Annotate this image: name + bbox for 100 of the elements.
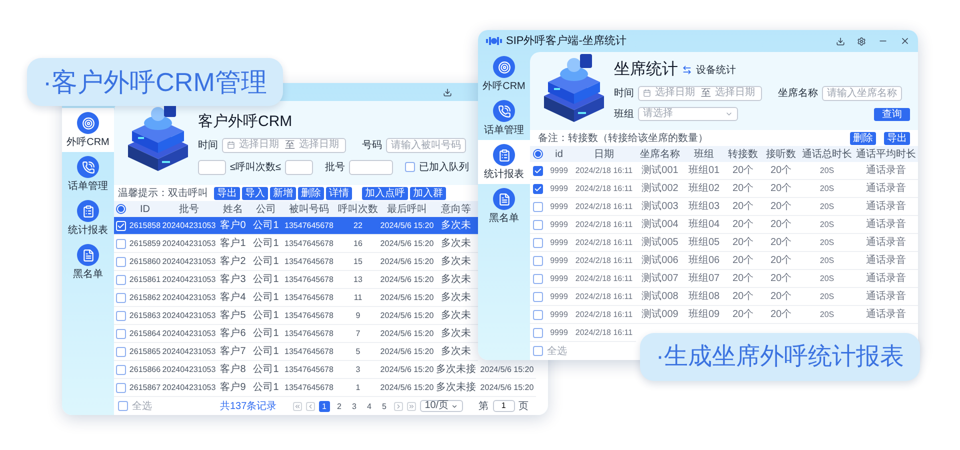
page-button[interactable]: 3 [348,400,360,412]
query-button[interactable]: 查询 [874,108,910,120]
page-button[interactable]: 1 [318,400,330,412]
first-page-icon[interactable] [292,402,302,410]
device-stats-link[interactable]: 设备统计 [696,62,736,78]
min-count-field[interactable] [198,160,226,174]
checkbox[interactable] [533,328,543,338]
table-row[interactable]: 2615863 202404231053 客户5 公司1 13547645678 9 2024/5/6 15:20 多次未 [114,307,478,325]
sidebar-item[interactable]: 话单管理 [478,96,530,140]
table-row[interactable]: 9999 2024/2/18 16:11 测试003 班组03 20个 20个 20S 通话录音 [530,198,918,216]
table-cell-text: 13547645678 [284,346,334,358]
table-row[interactable]: 2615858 202404231053 客户0 公司1 13547645678 22 2024/5/6 15:20 多次未 [114,217,478,235]
table-row[interactable]: 2615866 202404231053 客户8 公司1 13547645678 3 2024/5/6 15:20 多次未接 2024/5/6 15:20 [114,361,536,379]
checkbox[interactable] [533,310,543,320]
page-button[interactable]: 2 [334,400,345,412]
checkbox[interactable] [533,166,543,176]
table-row[interactable]: 2615865 202404231053 客户7 公司1 13547645678 5 2024/5/6 15:20 多次未 [114,343,478,361]
checkbox[interactable] [116,328,126,338]
queue-button[interactable]: 加入群 [410,186,446,200]
checkbox[interactable] [116,310,126,320]
table-row[interactable]: 2615867 202404231053 客户9 公司1 13547645678 1 2024/5/6 15:20 多次未接 2024/5/6 15:20 [114,379,536,397]
checkbox[interactable] [533,184,543,194]
table-row[interactable]: 9999 2024/2/18 16:11 测试002 班组02 20个 20个 20S 通话录音 [530,180,918,198]
checkbox[interactable] [116,364,126,374]
page-button[interactable]: 5 [378,400,390,412]
checkbox[interactable] [116,346,126,356]
sidebar-item[interactable]: 话单管理 [62,152,114,196]
table-row[interactable]: 9999 2024/2/18 16:11 测试001 班组01 20个 20个 20S 通话录音 [530,162,918,180]
checkbox[interactable] [404,162,415,172]
checkbox[interactable] [533,274,543,284]
sidebar-item[interactable]: 统计报表 [478,140,530,184]
toolbar-button[interactable]: 新增 [270,186,296,200]
sidebar-item[interactable]: 黑名单 [62,240,114,284]
total-records-link[interactable]: 共137条记录 [220,398,277,414]
table-cell-text: 班组04 [687,218,721,232]
toolbar-button[interactable]: 导入 [242,186,268,200]
table-cell: 202404231053 [162,238,216,250]
batch-field[interactable] [348,160,393,174]
sidebar-item[interactable]: 外呼CRM [478,52,530,96]
table-row[interactable]: 9999 2024/2/18 16:11 [530,324,636,342]
sidebar-item[interactable]: 黑名单 [478,184,530,228]
table-row[interactable]: 2615859 202404231053 客户1 公司1 13547645678 16 2024/5/6 15:20 多次未 [114,235,478,253]
switch-icon[interactable] [682,65,692,75]
date-to-field[interactable]: 选择日期 [299,139,341,151]
select-all-checkbox[interactable] [533,149,543,159]
agent-name-field[interactable]: 请输入坐席名称 [822,86,902,100]
page-number-field[interactable]: 1 [492,400,515,412]
table-row[interactable]: 9999 2024/2/18 16:11 测试009 班组09 20个 20个 20S 通话录音 [530,306,918,324]
toolbar-button[interactable]: 导出 [214,186,240,200]
last-page-icon[interactable] [406,402,416,410]
checkbox[interactable] [116,292,126,302]
max-count-field[interactable] [284,160,313,174]
toolbar-button[interactable]: 删除 [850,132,876,144]
table-row[interactable]: 9999 2024/2/18 16:11 测试005 班组05 20个 20个 20S 通话录音 [530,234,918,252]
checkbox[interactable] [533,238,543,248]
table-row[interactable]: 9999 2024/2/18 16:11 测试007 班组07 20个 20个 20S 通话录音 [530,270,918,288]
toolbar-button[interactable]: 删除 [298,186,324,200]
table-row[interactable]: 2615861 202404231053 客户3 公司1 13547645678 13 2024/5/6 15:20 多次未 [114,271,478,289]
table-row[interactable]: 9999 2024/2/18 16:11 测试006 班组06 20个 20个 20S 通话录音 [530,252,918,270]
checkbox[interactable] [118,401,128,411]
checkbox[interactable] [533,256,543,266]
toolbar-button[interactable]: 导出 [884,132,910,144]
number-field[interactable]: 请输入被叫号码 [386,138,466,152]
checkbox[interactable] [533,220,543,230]
tip-text: 温馨提示：双击呼叫 [118,186,208,200]
table-cell-text: 20个 [731,290,755,304]
checkbox[interactable] [533,202,543,212]
table-cell-text: 2024/2/18 16:11 [574,326,634,338]
select-all-checkbox[interactable] [116,204,126,214]
table-row[interactable]: 2615862 202404231053 客户4 公司1 13547645678 11 2024/5/6 15:20 多次未 [114,289,478,307]
page-size-select[interactable]: 10/页 [420,400,463,412]
date-from-field[interactable]: 选择日期 [655,87,697,99]
date-range-field[interactable]: 选择日期 至 选择日期 [222,138,346,152]
table-cell-text: 20S [818,218,836,230]
download-icon[interactable] [836,36,845,46]
queue-button[interactable]: 加入点呼 [362,186,408,200]
sidebar-item[interactable]: 统计报表 [62,196,114,240]
sidebar-item[interactable]: 外呼CRM [62,108,114,152]
checkbox[interactable] [533,292,543,302]
download-icon[interactable] [443,88,452,96]
date-to-field[interactable]: 选择日期 [715,87,757,99]
page-button[interactable]: 4 [364,400,375,412]
checkbox[interactable] [533,346,543,356]
table-row[interactable]: 2615864 202404231053 客户6 公司1 13547645678 7 2024/5/6 15:20 多次未 [114,325,478,343]
select-all-label: 全选 [132,400,152,414]
settings-icon[interactable] [857,36,866,46]
table-row[interactable]: 9999 2024/2/18 16:11 测试008 班组08 20个 20个 20S 通话录音 [530,288,918,306]
checkbox[interactable] [116,238,126,248]
checkbox[interactable] [116,382,126,392]
date-range-field[interactable]: 选择日期 至 选择日期 [638,86,762,100]
previous-page-icon[interactable] [306,402,315,410]
date-from-field[interactable]: 选择日期 [239,139,281,151]
caption-banner: ·客户外呼CRM管理 [27,58,283,106]
table-row[interactable]: 9999 2024/2/18 16:11 测试004 班组04 20个 20个 20S 通话录音 [530,216,918,234]
next-page-icon[interactable] [394,402,403,410]
table-row[interactable]: 2615860 202404231053 客户2 公司1 13547645678 15 2024/5/6 15:20 多次未 [114,253,478,271]
close-icon[interactable] [900,36,910,46]
checkbox[interactable] [116,274,126,284]
toolbar-button[interactable]: 详情 [326,186,352,200]
checkbox[interactable] [116,256,126,266]
